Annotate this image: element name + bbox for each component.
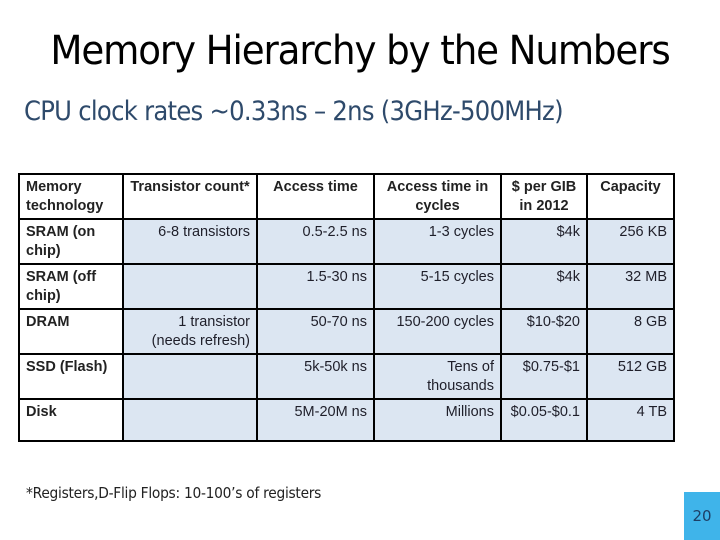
cell-capacity: 8 GB — [586, 308, 675, 355]
cell-access-time: 0.5-2.5 ns — [256, 218, 375, 265]
cell-capacity: 256 KB — [586, 218, 675, 265]
cell-access-cycles: Millions — [373, 398, 502, 442]
memory-hierarchy-table: Memory technology Transistor count* Acce… — [18, 173, 675, 442]
cell-technology: SRAM (on chip) — [18, 218, 124, 265]
table-row: SSD (Flash) 5k-50k ns Tens of thousands … — [18, 353, 675, 400]
table-row: SRAM (on chip) 6-8 transistors 0.5-2.5 n… — [18, 218, 675, 265]
header-access-time-cycles: Access time in cycles — [373, 173, 502, 220]
footnote: *Registers,D-Flip Flops: 10-100’s of reg… — [26, 484, 322, 502]
cell-access-cycles: 150-200 cycles — [373, 308, 502, 355]
cell-price: $0.75-$1 — [500, 353, 588, 400]
cell-price: $4k — [500, 218, 588, 265]
cell-access-time: 50-70 ns — [256, 308, 375, 355]
header-transistor-count: Transistor count* — [122, 173, 258, 220]
cell-technology: SSD (Flash) — [18, 353, 124, 400]
cell-price: $4k — [500, 263, 588, 310]
page-number-badge: 20 — [684, 492, 720, 540]
cell-technology: SRAM (off chip) — [18, 263, 124, 310]
cell-access-cycles: Tens of thousands — [373, 353, 502, 400]
cell-access-time: 5k-50k ns — [256, 353, 375, 400]
cell-transistor-count: 6-8 transistors — [122, 218, 258, 265]
cell-technology: DRAM — [18, 308, 124, 355]
cell-access-time: 5M-20M ns — [256, 398, 375, 442]
cell-capacity: 4 TB — [586, 398, 675, 442]
cell-capacity: 32 MB — [586, 263, 675, 310]
cell-transistor-count — [122, 263, 258, 310]
table-header-row: Memory technology Transistor count* Acce… — [18, 173, 675, 220]
slide-subtitle: CPU clock rates ~0.33ns – 2ns (3GHz-500M… — [24, 96, 564, 127]
cell-transistor-count — [122, 353, 258, 400]
header-capacity: Capacity — [586, 173, 675, 220]
header-memory-technology: Memory technology — [18, 173, 124, 220]
slide-title: Memory Hierarchy by the Numbers — [50, 28, 670, 74]
cell-access-time: 1.5-30 ns — [256, 263, 375, 310]
header-price-per-gib: $ per GIB in 2012 — [500, 173, 588, 220]
cell-capacity: 512 GB — [586, 353, 675, 400]
table-row: SRAM (off chip) 1.5-30 ns 5-15 cycles $4… — [18, 263, 675, 310]
cell-price: $0.05-$0.1 — [500, 398, 588, 442]
header-access-time: Access time — [256, 173, 375, 220]
table-row: DRAM 1 transistor (needs refresh) 50-70 … — [18, 308, 675, 355]
cell-price: $10-$20 — [500, 308, 588, 355]
table-row: Disk 5M-20M ns Millions $0.05-$0.1 4 TB — [18, 398, 675, 442]
cell-transistor-count — [122, 398, 258, 442]
cell-technology: Disk — [18, 398, 124, 442]
cell-access-cycles: 1-3 cycles — [373, 218, 502, 265]
cell-transistor-count: 1 transistor (needs refresh) — [122, 308, 258, 355]
cell-access-cycles: 5-15 cycles — [373, 263, 502, 310]
